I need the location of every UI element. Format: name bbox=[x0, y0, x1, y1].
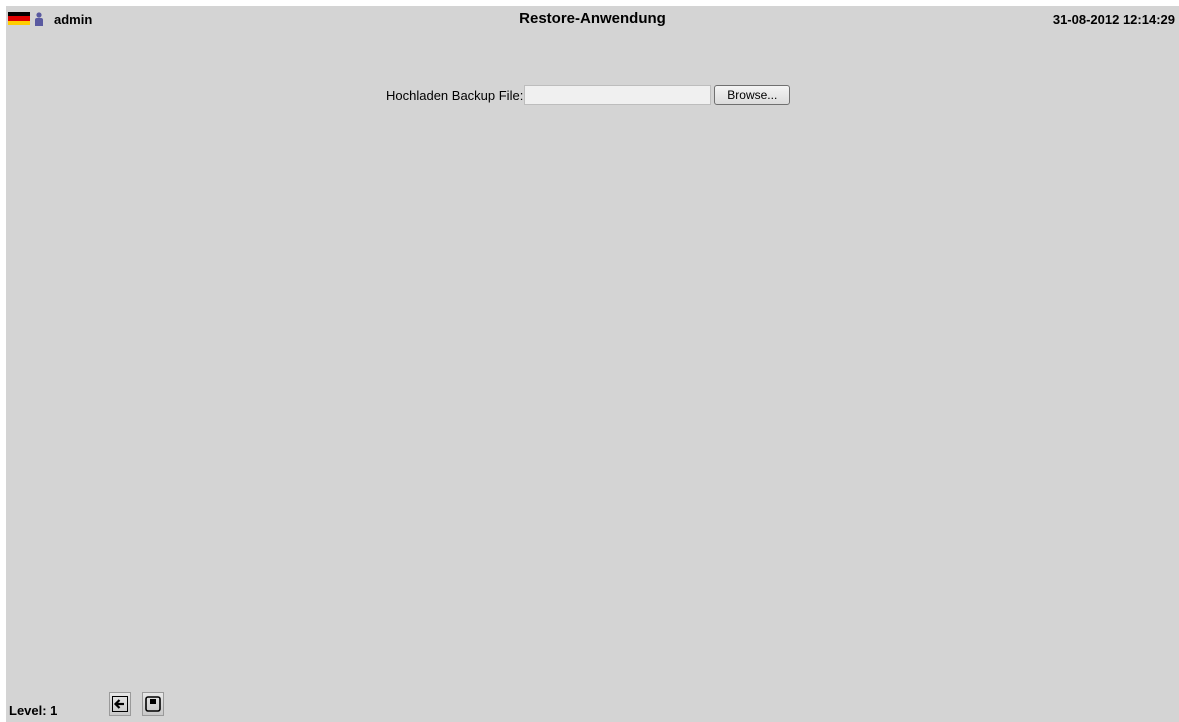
browse-button[interactable]: Browse... bbox=[714, 85, 791, 105]
restore-screen: admin Restore-Anwendung 31-08-2012 12:14… bbox=[6, 6, 1179, 722]
back-arrow-icon bbox=[112, 696, 128, 712]
level-label: Level: 1 bbox=[9, 703, 58, 718]
page-title: Restore-Anwendung bbox=[519, 10, 666, 27]
save-icon bbox=[145, 696, 161, 712]
backup-file-input[interactable] bbox=[524, 85, 712, 105]
save-button[interactable] bbox=[142, 692, 164, 716]
upload-label: Hochladen Backup File: bbox=[386, 87, 524, 103]
back-button[interactable] bbox=[109, 692, 131, 716]
datetime: 31-08-2012 12:14:29 bbox=[1052, 12, 1175, 27]
upload-row: Hochladen Backup File: Browse... bbox=[386, 84, 791, 106]
